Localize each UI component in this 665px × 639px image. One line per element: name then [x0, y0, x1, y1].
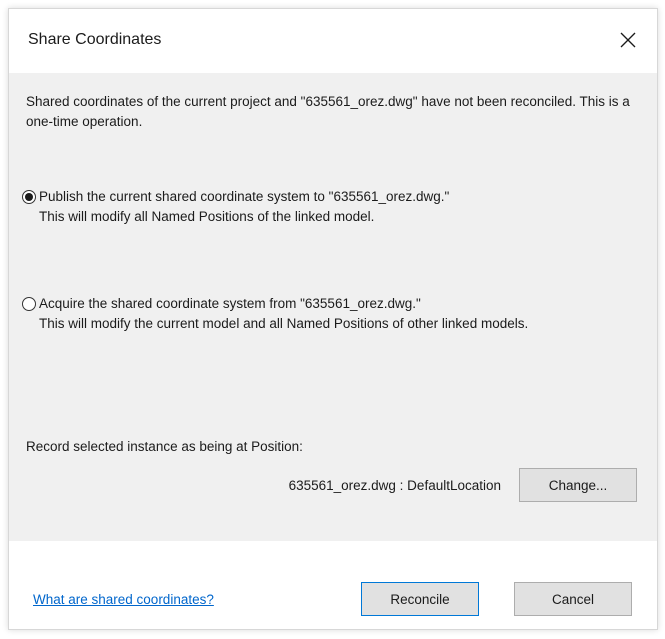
publish-option-label: Publish the current shared coordinate sy…	[39, 189, 450, 204]
reconcile-button[interactable]: Reconcile	[361, 582, 479, 616]
acquire-option-description: This will modify the current model and a…	[39, 316, 529, 331]
publish-option-description: This will modify all Named Positions of …	[39, 209, 375, 224]
dialog-content: Shared coordinates of the current projec…	[9, 73, 657, 541]
share-coordinates-dialog: Share Coordinates Shared coordinates of …	[8, 8, 658, 630]
position-row: 635561_orez.dwg : DefaultLocation Change…	[289, 468, 637, 502]
dialog-title: Share Coordinates	[28, 31, 162, 48]
cancel-button[interactable]: Cancel	[514, 582, 632, 616]
publish-option[interactable]: Publish the current shared coordinate sy…	[22, 187, 637, 227]
close-icon	[620, 32, 636, 48]
change-button[interactable]: Change...	[519, 468, 637, 502]
acquire-option[interactable]: Acquire the shared coordinate system fro…	[22, 294, 637, 334]
acquire-radio[interactable]	[22, 297, 36, 311]
title-bar: Share Coordinates	[9, 9, 657, 73]
close-button[interactable]	[613, 25, 643, 55]
publish-radio[interactable]	[22, 190, 36, 204]
acquire-option-label: Acquire the shared coordinate system fro…	[39, 296, 421, 311]
help-link[interactable]: What are shared coordinates?	[33, 592, 214, 607]
record-position-label: Record selected instance as being at Pos…	[26, 439, 303, 454]
reconcile-message: Shared coordinates of the current projec…	[26, 94, 630, 129]
position-value: 635561_orez.dwg : DefaultLocation	[288, 477, 501, 493]
